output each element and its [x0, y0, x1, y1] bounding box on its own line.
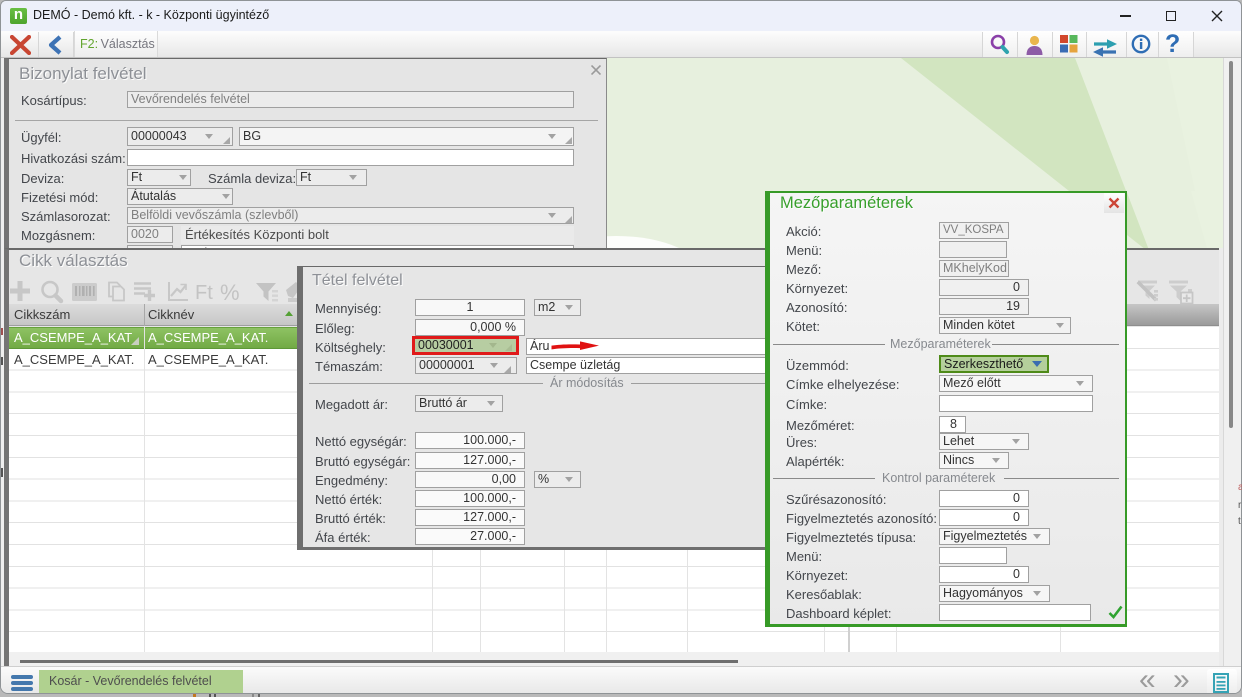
- svg-text:Ft: Ft: [195, 282, 213, 304]
- svg-text:%: %: [220, 280, 240, 304]
